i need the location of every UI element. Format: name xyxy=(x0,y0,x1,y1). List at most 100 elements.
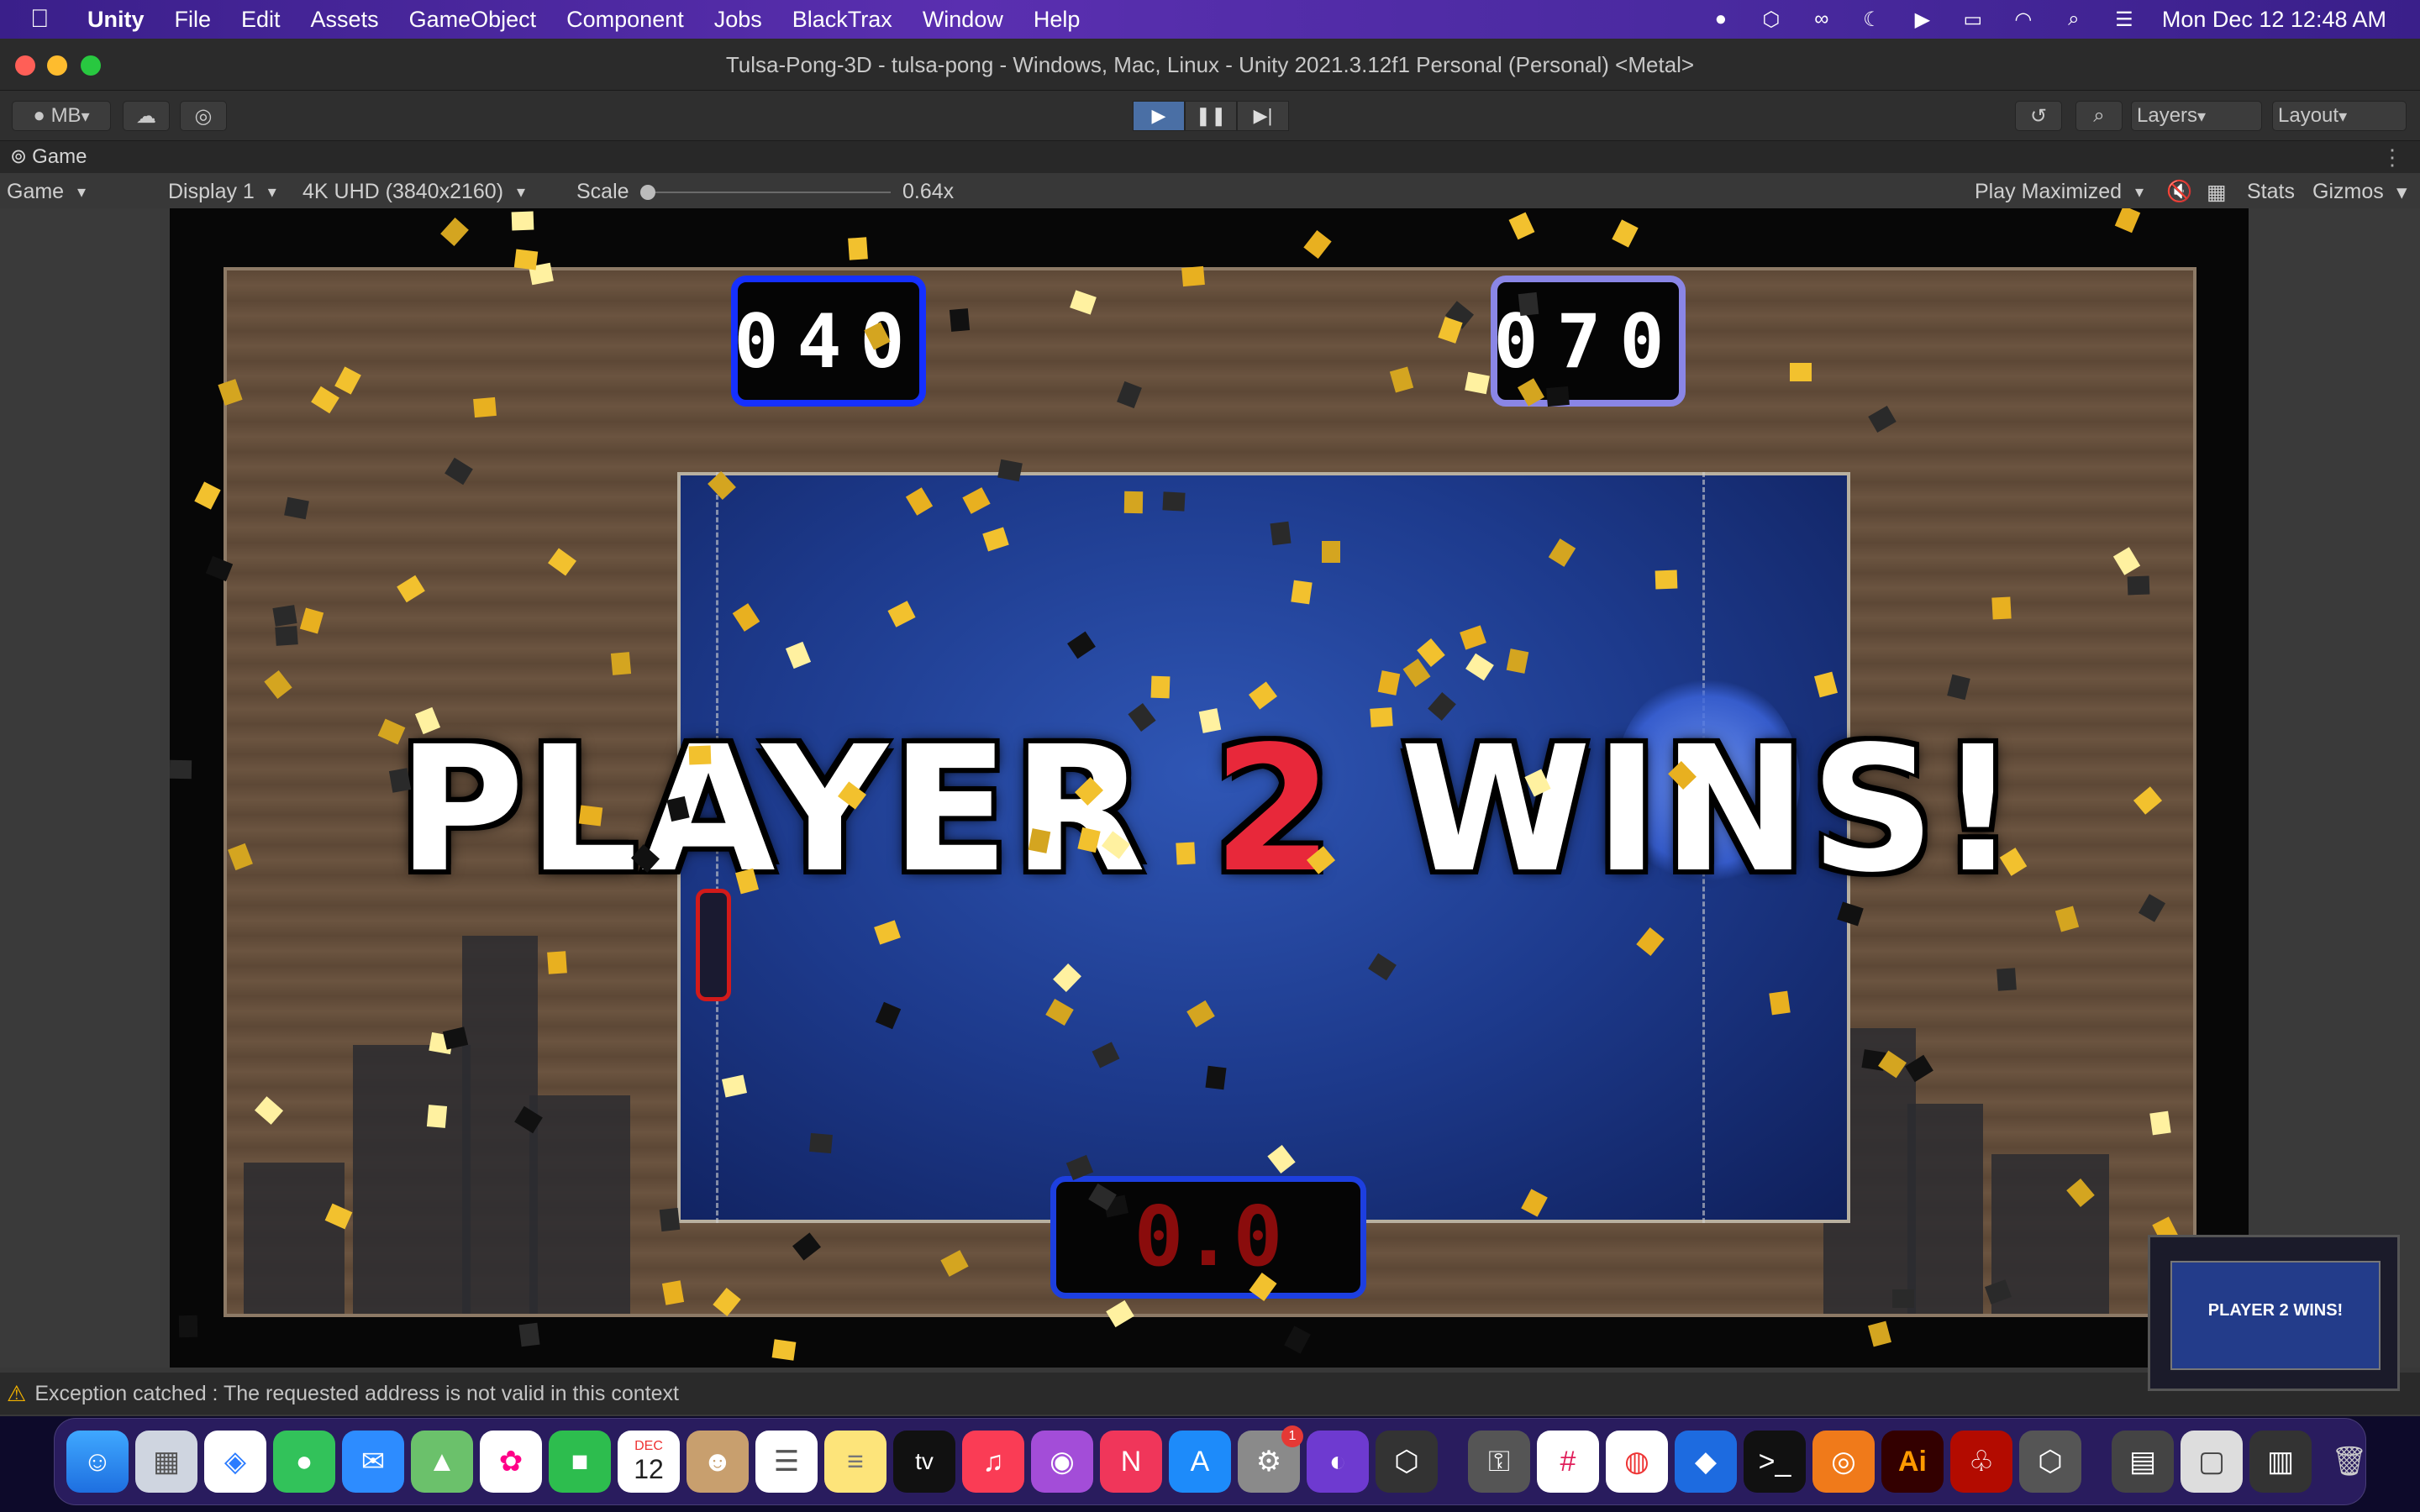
confetti-piece xyxy=(1518,291,1539,317)
menu-blacktrax[interactable]: BlackTrax xyxy=(792,7,892,33)
history-button[interactable]: ↺ xyxy=(2015,101,2062,131)
recents-icon[interactable]: ▥ xyxy=(2249,1431,2312,1493)
confetti-piece xyxy=(2149,1110,2171,1136)
gizmos-button[interactable]: Gizmos xyxy=(2312,180,2384,204)
win-banner-prefix: PLAYER xyxy=(397,709,1213,911)
play-button[interactable]: ▶ xyxy=(1133,101,1185,131)
keychain-icon[interactable]: ⚿ xyxy=(1468,1431,1530,1493)
layout-dropdown[interactable]: Layout xyxy=(2272,101,2407,131)
music-icon[interactable]: ♫ xyxy=(962,1431,1024,1493)
confetti-piece xyxy=(1270,521,1292,546)
confetti-piece xyxy=(1162,491,1186,512)
cloud-button[interactable]: ☁ xyxy=(123,101,170,131)
menu-file[interactable]: File xyxy=(175,7,212,33)
trash-icon[interactable]: 🗑 xyxy=(2318,1431,2381,1493)
unity-hub-icon[interactable]: ⬡ xyxy=(1376,1431,1438,1493)
account-dropdown[interactable]: ● MB xyxy=(12,101,111,131)
control-center-icon[interactable]: ☰ xyxy=(2112,7,2137,32)
facetime-icon[interactable]: ■ xyxy=(549,1431,611,1493)
battery-icon[interactable]: ▭ xyxy=(1960,7,1986,32)
screenshot-thumbnail[interactable]: PLAYER 2 WINS! xyxy=(2148,1235,2400,1391)
moon-icon[interactable]: ☾ xyxy=(1860,7,1885,32)
clock[interactable]: Mon Dec 12 12:48 AM xyxy=(2162,7,2386,33)
search-button[interactable]: ⌕ xyxy=(2075,101,2123,131)
notes-icon[interactable]: ≡ xyxy=(824,1431,886,1493)
acrobat-icon[interactable]: ♧ xyxy=(1950,1431,2012,1493)
resolution-dropdown[interactable]: 4K UHD (3840x2160) xyxy=(302,180,525,204)
confetti-piece xyxy=(997,459,1023,482)
scale-slider-handle[interactable] xyxy=(640,185,655,200)
confetti-piece xyxy=(1291,580,1313,605)
chrome-icon[interactable]: ◍ xyxy=(1606,1431,1668,1493)
messages-icon[interactable]: ● xyxy=(273,1431,335,1493)
photos-icon[interactable]: ✿ xyxy=(480,1431,542,1493)
warning-icon: ⚠ xyxy=(7,1380,27,1406)
unity-icon[interactable]: ⬡ xyxy=(2019,1431,2081,1493)
finder-icon[interactable]: ☺ xyxy=(66,1431,129,1493)
unity-status-icon[interactable]: ⬡ xyxy=(1759,7,1784,32)
confetti-piece xyxy=(275,626,298,646)
status-menu-area: ● ⬡ ∞ ☾ ▶ ▭ ◠ ⌕ ☰ Mon Dec 12 12:48 AM xyxy=(1708,0,2386,39)
app-store-icon[interactable]: A xyxy=(1169,1431,1231,1493)
podcasts-icon[interactable]: ◉ xyxy=(1031,1431,1093,1493)
gizmos-dropdown-icon[interactable]: ▾ xyxy=(2396,180,2407,205)
console-status-bar[interactable]: ⚠ Exception catched : The requested addr… xyxy=(0,1373,2420,1415)
play-mode-dropdown[interactable]: Play Maximized xyxy=(1975,180,2144,204)
skyline-building xyxy=(353,1045,471,1314)
confetti-piece xyxy=(1181,265,1205,287)
mail-icon[interactable]: ✉ xyxy=(342,1431,404,1493)
apple-icon[interactable]:  xyxy=(30,5,64,34)
blender-icon[interactable]: ◎ xyxy=(1812,1431,1875,1493)
calendar-day: 12 xyxy=(634,1453,664,1484)
menu-component[interactable]: Component xyxy=(566,7,684,33)
confetti-piece xyxy=(272,605,297,627)
calendar-icon[interactable]: DEC 12 xyxy=(618,1431,680,1493)
blackmagic-icon[interactable]: ◆ xyxy=(1675,1431,1737,1493)
balloon-icon[interactable]: ● xyxy=(1708,7,1733,32)
game-canvas[interactable]: 040 070 0.0 PLAYER 2 WINS! xyxy=(170,208,2249,1368)
documents-icon[interactable]: ▢ xyxy=(2181,1431,2243,1493)
step-button[interactable]: ▶| xyxy=(1237,101,1289,131)
menu-jobs[interactable]: Jobs xyxy=(714,7,762,33)
history-icon: ↺ xyxy=(2029,104,2048,128)
collab-button[interactable]: ◎ xyxy=(180,101,227,131)
layers-dropdown[interactable]: Layers xyxy=(2131,101,2262,131)
tv-icon[interactable]: tv xyxy=(893,1431,955,1493)
terminal-icon[interactable]: >_ xyxy=(1744,1431,1806,1493)
launchpad-icon[interactable]: ▦ xyxy=(135,1431,197,1493)
tab-options-icon[interactable]: ⋮ xyxy=(2381,144,2403,171)
creative-cloud-icon[interactable]: ∞ xyxy=(1809,7,1834,32)
github-icon[interactable]: ◐ xyxy=(1307,1431,1369,1493)
maps-icon[interactable]: ▲ xyxy=(411,1431,473,1493)
menu-app-name[interactable]: Unity xyxy=(87,7,145,33)
play-circle-icon[interactable]: ▶ xyxy=(1910,7,1935,32)
pause-button[interactable]: ❚❚ xyxy=(1185,101,1237,131)
confetti-piece xyxy=(1508,212,1535,240)
confetti-piece xyxy=(1322,541,1340,563)
scale-slider-track[interactable] xyxy=(647,192,891,193)
downloads-icon[interactable]: ▤ xyxy=(2112,1431,2174,1493)
reminders-icon[interactable]: ☰ xyxy=(755,1431,818,1493)
spotlight-icon[interactable]: ⌕ xyxy=(2061,7,2086,32)
menu-window[interactable]: Window xyxy=(923,7,1003,33)
view-dropdown[interactable]: Game xyxy=(7,180,86,204)
tab-game[interactable]: ⊚ Game xyxy=(10,144,87,169)
news-icon[interactable]: N xyxy=(1100,1431,1162,1493)
menu-edit[interactable]: Edit xyxy=(241,7,281,33)
menu-gameobject[interactable]: GameObject xyxy=(409,7,537,33)
wifi-icon[interactable]: ◠ xyxy=(2011,7,2036,32)
contacts-icon[interactable]: ☻ xyxy=(687,1431,749,1493)
confetti-piece xyxy=(170,759,192,780)
display-dropdown[interactable]: Display 1 xyxy=(168,180,276,204)
system-preferences-icon[interactable]: ⚙ 1 xyxy=(1238,1425,1303,1493)
menu-assets[interactable]: Assets xyxy=(311,7,379,33)
grid-icon[interactable]: ▦ xyxy=(2207,180,2227,205)
illustrator-icon[interactable]: Ai xyxy=(1881,1431,1944,1493)
stats-button[interactable]: Stats xyxy=(2247,180,2295,204)
safari-icon[interactable]: ◈ xyxy=(204,1431,266,1493)
illustrator-label: Ai xyxy=(1898,1445,1927,1478)
slack-icon[interactable]: # xyxy=(1537,1431,1599,1493)
menu-help[interactable]: Help xyxy=(1034,7,1081,33)
collab-icon: ◎ xyxy=(194,104,213,128)
mute-audio-icon[interactable]: 🔇 xyxy=(2166,180,2192,204)
